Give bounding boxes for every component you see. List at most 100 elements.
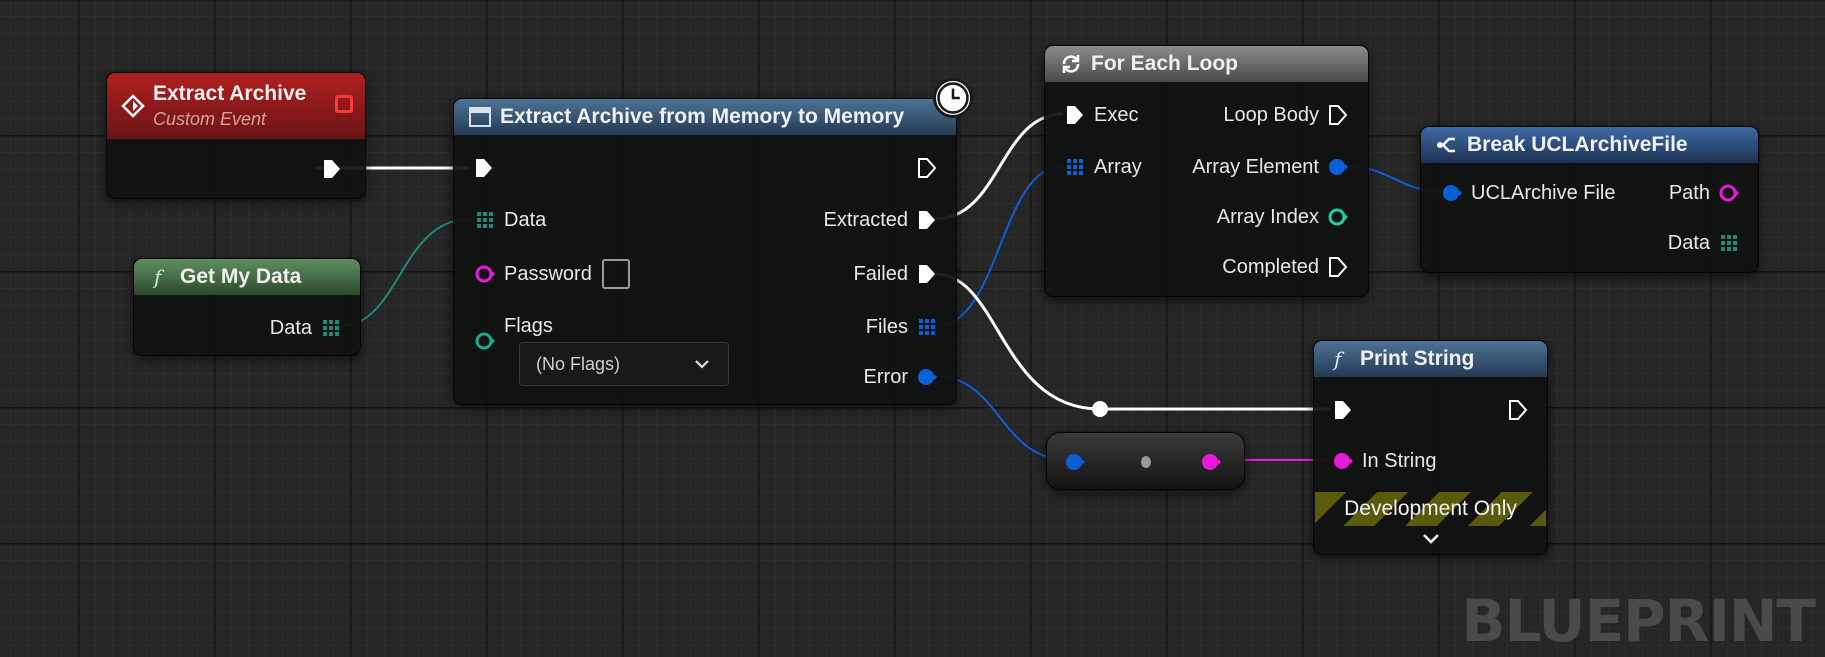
path-output-row: Path [1669, 179, 1740, 207]
failed-output-row: Failed [854, 260, 938, 288]
exec-out-pin[interactable] [321, 158, 343, 180]
blueprint-graph-canvas[interactable]: Extract Archive Custom Event f Get My Da… [0, 0, 1825, 657]
data-output-label: Data [1667, 231, 1710, 254]
node-print-string[interactable]: f Print String In String Development Onl… [1313, 340, 1548, 555]
struct-in-pin[interactable] [1064, 451, 1086, 473]
archive-file-input-label: UCLArchive File [1471, 181, 1616, 204]
password-value-box[interactable] [601, 259, 630, 289]
node-title: Get My Data [180, 265, 302, 288]
exec-out-pin[interactable] [1327, 256, 1349, 278]
array-element-output-row: Array Element [1192, 153, 1349, 181]
svg-text:f: f [1332, 347, 1345, 371]
development-only-banner: Development Only [1315, 492, 1546, 526]
node-extract-archive-event[interactable]: Extract Archive Custom Event [106, 72, 366, 199]
string-in-pin[interactable] [1332, 450, 1354, 472]
function-f-icon: f [1332, 347, 1345, 371]
array-index-output-label: Array Index [1216, 205, 1319, 228]
array-element-output-label: Array Element [1192, 155, 1319, 178]
blueprint-watermark: BLUEPRINT [1461, 587, 1816, 655]
byte-array-out-pin[interactable] [1718, 232, 1740, 254]
flags-dropdown[interactable]: (No Flags) [519, 342, 729, 386]
exec-input-row: Exec [1064, 101, 1138, 129]
node-title: Extract Archive from Memory to Memory [500, 105, 905, 128]
array-index-output-row: Array Index [1217, 203, 1349, 231]
array-in-pin[interactable] [1064, 156, 1086, 178]
node-break-struct[interactable]: Break UCLArchiveFile UCLArchive File Pat… [1420, 126, 1759, 273]
data-input-row: Data [474, 206, 546, 234]
extracted-output-label: Extracted [823, 208, 908, 231]
loop-body-output-row: Loop Body [1223, 101, 1349, 129]
flags-dropdown-value: (No Flags) [536, 353, 621, 374]
clock-icon [933, 78, 973, 118]
failed-output-label: Failed [853, 262, 908, 285]
archive-file-input-row: UCLArchive File [1441, 179, 1615, 207]
custom-event-diamond-icon [121, 94, 145, 118]
loop-body-output-label: Loop Body [1223, 103, 1319, 126]
replicate-stop-icon [335, 95, 353, 113]
array-input-row: Array [1064, 153, 1142, 181]
error-output-label: Error [863, 365, 908, 388]
node-title: Extract Archive [153, 82, 307, 105]
integer-out-pin[interactable] [1327, 206, 1349, 228]
break-struct-icon [1437, 137, 1455, 153]
struct-out-pin[interactable] [916, 366, 938, 388]
password-input-label: Password [504, 262, 592, 285]
function-library-icon [469, 107, 491, 127]
error-output-row: Error [864, 363, 938, 391]
function-f-icon: f [152, 265, 165, 289]
password-input-row: Password [474, 259, 630, 289]
function-header[interactable]: f Print String [1314, 341, 1547, 377]
chevron-down-icon[interactable] [1421, 532, 1441, 546]
node-get-my-data[interactable]: f Get My Data Data [133, 258, 361, 356]
byte-array-in-pin[interactable] [474, 209, 496, 231]
string-out-pin[interactable] [1718, 182, 1740, 204]
function-header[interactable]: Extract Archive from Memory to Memory [454, 99, 956, 135]
data-output-label: Data [269, 316, 312, 339]
enum-in-pin[interactable] [474, 330, 496, 352]
struct-in-pin[interactable] [1441, 182, 1463, 204]
exec-out-pin[interactable] [916, 263, 938, 285]
exec-in-pin[interactable] [473, 157, 495, 179]
loop-arrows-icon [1062, 55, 1080, 73]
event-header[interactable]: Extract Archive Custom Event [107, 73, 365, 139]
flags-input-label: Flags [504, 314, 553, 337]
node-conversion[interactable] [1046, 432, 1245, 490]
exec-out-pin[interactable] [1507, 399, 1529, 421]
exec-in-pin[interactable] [1064, 104, 1086, 126]
string-out-pin[interactable] [1200, 451, 1222, 473]
exec-out-pin[interactable] [916, 209, 938, 231]
data-output-row: Data [270, 314, 342, 342]
struct-out-pin[interactable] [1327, 156, 1349, 178]
node-title: Print String [1360, 347, 1475, 370]
string-in-pin[interactable] [474, 263, 496, 285]
completed-output-row: Completed [1222, 253, 1349, 281]
flags-input-row: Flags [474, 312, 553, 350]
extracted-output-row: Extracted [824, 206, 938, 234]
exec-out-pin[interactable] [1327, 104, 1349, 126]
in-string-input-label: In String [1362, 449, 1437, 472]
completed-output-label: Completed [1222, 255, 1319, 278]
array-input-label: Array [1094, 155, 1142, 178]
exec-out-pin[interactable] [916, 157, 938, 179]
node-subtitle: Custom Event [153, 109, 267, 129]
data-output-row: Data [1668, 229, 1740, 257]
in-string-input-row: In String [1332, 447, 1436, 475]
node-title: For Each Loop [1091, 52, 1238, 75]
node-title: Break UCLArchiveFile [1467, 133, 1688, 156]
data-input-label: Data [504, 208, 547, 231]
byte-array-out-pin[interactable] [320, 317, 342, 339]
function-header[interactable]: f Get My Data [134, 259, 360, 295]
files-output-row: Files [866, 313, 938, 341]
files-output-label: Files [865, 315, 908, 338]
break-header[interactable]: Break UCLArchiveFile [1421, 127, 1758, 163]
exec-input-label: Exec [1094, 103, 1139, 126]
reroute-node[interactable] [1092, 401, 1108, 417]
conversion-dot-icon [1141, 456, 1151, 468]
exec-in-pin[interactable] [1332, 399, 1354, 421]
node-for-each-loop[interactable]: For Each Loop Exec Array Loop Body Array… [1044, 45, 1369, 297]
array-out-pin[interactable] [916, 316, 938, 338]
chevron-down-icon [695, 360, 709, 369]
development-only-label: Development Only [1344, 497, 1517, 520]
node-extract-from-memory[interactable]: Extract Archive from Memory to Memory Da… [453, 98, 957, 405]
macro-header[interactable]: For Each Loop [1045, 46, 1368, 82]
